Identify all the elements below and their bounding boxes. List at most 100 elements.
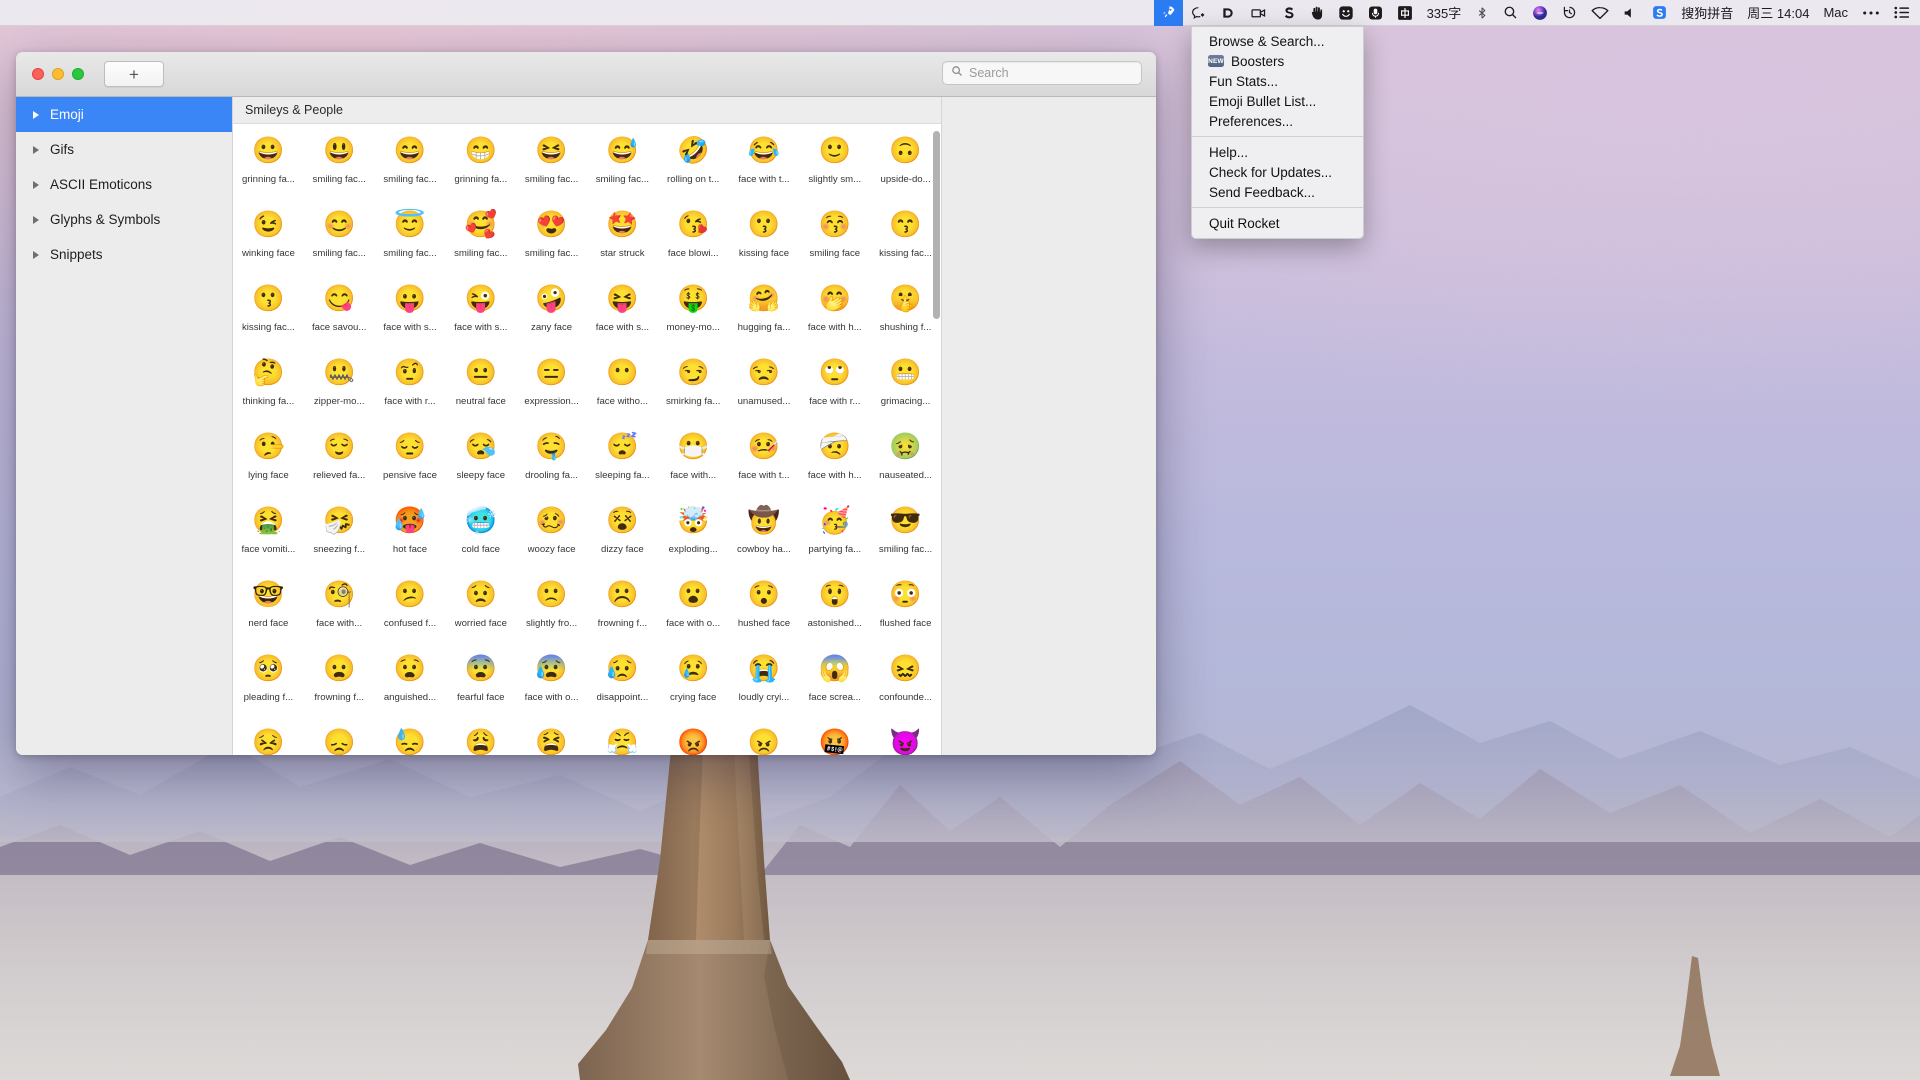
emoji-cell[interactable]: 😢 crying face	[658, 648, 729, 722]
emoji-cell[interactable]: 😫	[516, 722, 587, 755]
emoji-cell[interactable]: 😑 expression...	[516, 352, 587, 426]
emoji-cell[interactable]: 🤗 hugging fa...	[729, 278, 800, 352]
emoji-cell[interactable]: 🥴 woozy face	[516, 500, 587, 574]
emoji-cell[interactable]: 😝 face with s...	[587, 278, 658, 352]
emoji-cell[interactable]: 🤥 lying face	[233, 426, 304, 500]
emoji-cell[interactable]: 😬 grimacing...	[870, 352, 941, 426]
sidebar-item-gifs[interactable]: Gifs	[16, 132, 232, 167]
smiley-icon[interactable]	[1331, 0, 1361, 26]
emoji-cell[interactable]: 😂 face with t...	[729, 130, 800, 204]
emoji-cell[interactable]: 🤒 face with t...	[729, 426, 800, 500]
user-name-label[interactable]: Mac	[1816, 0, 1855, 26]
emoji-cell[interactable]: 😓	[375, 722, 446, 755]
emoji-cell[interactable]: 😁 grinning fa...	[445, 130, 516, 204]
emoji-cell[interactable]: 😌 relieved fa...	[304, 426, 375, 500]
emoji-cell[interactable]: 😴 sleeping fa...	[587, 426, 658, 500]
emoji-cell[interactable]: 😈	[870, 722, 941, 755]
emoji-cell[interactable]: 😅 smiling fac...	[587, 130, 658, 204]
emoji-cell[interactable]: 🤠 cowboy ha...	[729, 500, 800, 574]
emoji-cell[interactable]: 🙄 face with r...	[799, 352, 870, 426]
emoji-cell[interactable]: 😏 smirking fa...	[658, 352, 729, 426]
emoji-cell[interactable]: 😮 face with o...	[658, 574, 729, 648]
emoji-cell[interactable]: 😪 sleepy face	[445, 426, 516, 500]
menu-item-emoji-bullet-list[interactable]: Emoji Bullet List...	[1192, 91, 1363, 111]
emoji-grid-pane[interactable]: Smileys & People 😀 grinning fa... 😃 smiling…	[233, 97, 941, 755]
rocket-icon[interactable]	[1153, 0, 1183, 26]
spotlight-search-icon[interactable]	[1496, 0, 1525, 26]
emoji-cell[interactable]: 🤔 thinking fa...	[233, 352, 304, 426]
emoji-cell[interactable]: 😘 face blowi...	[658, 204, 729, 278]
emoji-cell[interactable]: 😥 disappoint...	[587, 648, 658, 722]
emoji-cell[interactable]: 😍 smiling fac...	[516, 204, 587, 278]
menu-item-preferences[interactable]: Preferences...	[1192, 111, 1363, 131]
emoji-cell[interactable]: 😎 smiling fac...	[870, 500, 941, 574]
sketch-s-icon[interactable]	[1275, 0, 1303, 26]
new-tab-button[interactable]: +	[104, 61, 164, 87]
emoji-cell[interactable]: 😗 kissing face	[729, 204, 800, 278]
emoji-cell[interactable]: 😣	[233, 722, 304, 755]
emoji-cell[interactable]: 😜 face with s...	[445, 278, 516, 352]
emoji-cell[interactable]: 🤑 money-mo...	[658, 278, 729, 352]
overflow-dots-icon[interactable]	[1855, 0, 1887, 26]
emoji-cell[interactable]: 🥳 partying fa...	[799, 500, 870, 574]
emoji-cell[interactable]: 🧐 face with...	[304, 574, 375, 648]
chinese-input-icon[interactable]	[1390, 0, 1420, 26]
emoji-cell[interactable]: 🤯 exploding...	[658, 500, 729, 574]
sidebar-item-glyphs-symbols[interactable]: Glyphs & Symbols	[16, 202, 232, 237]
vertical-scrollbar[interactable]	[933, 131, 940, 319]
emoji-cell[interactable]: 😯 hushed face	[729, 574, 800, 648]
emoji-cell[interactable]: 🤕 face with h...	[799, 426, 870, 500]
dropbox-paper-icon[interactable]	[1213, 0, 1243, 26]
emoji-cell[interactable]: 😋 face savou...	[304, 278, 375, 352]
emoji-cell[interactable]: 😳 flushed face	[870, 574, 941, 648]
emoji-cell[interactable]: 😡	[658, 722, 729, 755]
emoji-cell[interactable]: 😠	[729, 722, 800, 755]
emoji-cell[interactable]: 🤨 face with r...	[375, 352, 446, 426]
emoji-cell[interactable]: 😶 face witho...	[587, 352, 658, 426]
sidebar-item-ascii-emoticons[interactable]: ASCII Emoticons	[16, 167, 232, 202]
video-camera-icon[interactable]	[1243, 0, 1275, 26]
emoji-cell[interactable]: 😕 confused f...	[375, 574, 446, 648]
emoji-cell[interactable]: 😦 frowning f...	[304, 648, 375, 722]
emoji-cell[interactable]: 😀 grinning fa...	[233, 130, 304, 204]
emoji-cell[interactable]: 🙃 upside-do...	[870, 130, 941, 204]
siri-icon[interactable]	[1525, 0, 1555, 26]
bluetooth-transfer-icon[interactable]	[1468, 0, 1496, 26]
emoji-cell[interactable]: 😙 kissing fac...	[870, 204, 941, 278]
control-center-icon[interactable]	[1887, 0, 1920, 26]
emoji-cell[interactable]: 😖 confounde...	[870, 648, 941, 722]
emoji-cell[interactable]: 😇 smiling fac...	[375, 204, 446, 278]
clock-label[interactable]: 周三 14:04	[1740, 0, 1816, 26]
sidebar-item-snippets[interactable]: Snippets	[16, 237, 232, 272]
emoji-cell[interactable]: 😔 pensive face	[375, 426, 446, 500]
emoji-cell[interactable]: 🤧 sneezing f...	[304, 500, 375, 574]
emoji-cell[interactable]: 🤢 nauseated...	[870, 426, 941, 500]
emoji-cell[interactable]: 🤭 face with h...	[799, 278, 870, 352]
sidebar-item-emoji[interactable]: Emoji	[16, 97, 232, 132]
menu-item-fun-stats[interactable]: Fun Stats...	[1192, 71, 1363, 91]
emoji-cell[interactable]: 🥺 pleading f...	[233, 648, 304, 722]
emoji-cell[interactable]: 😲 astonished...	[799, 574, 870, 648]
emoji-cell[interactable]: 🤤 drooling fa...	[516, 426, 587, 500]
emoji-cell[interactable]: 😉 winking face	[233, 204, 304, 278]
emoji-cell[interactable]: 🙁 slightly fro...	[516, 574, 587, 648]
emoji-cell[interactable]: 😷 face with...	[658, 426, 729, 500]
emoji-cell[interactable]: 😃 smiling fac...	[304, 130, 375, 204]
emoji-cell[interactable]: 😭 loudly cryi...	[729, 648, 800, 722]
emoji-cell[interactable]: 😊 smiling fac...	[304, 204, 375, 278]
minimize-button[interactable]	[52, 68, 64, 80]
emoji-cell[interactable]: 😐 neutral face	[445, 352, 516, 426]
emoji-cell[interactable]: 😤	[587, 722, 658, 755]
menu-item-help[interactable]: Help...	[1192, 142, 1363, 162]
emoji-cell[interactable]: 😩	[445, 722, 516, 755]
emoji-cell[interactable]: 😰 face with o...	[516, 648, 587, 722]
emoji-cell[interactable]: 😗 kissing fac...	[233, 278, 304, 352]
search-input[interactable]: Search	[942, 61, 1142, 85]
emoji-cell[interactable]: 🤓 nerd face	[233, 574, 304, 648]
volume-icon[interactable]	[1616, 0, 1645, 26]
menu-item-quit-rocket[interactable]: Quit Rocket	[1192, 213, 1363, 233]
wifi-icon[interactable]	[1584, 0, 1616, 26]
emoji-cell[interactable]: 🤐 zipper-mo...	[304, 352, 375, 426]
zoom-button[interactable]	[72, 68, 84, 80]
emoji-cell[interactable]: 🤮 face vomiti...	[233, 500, 304, 574]
